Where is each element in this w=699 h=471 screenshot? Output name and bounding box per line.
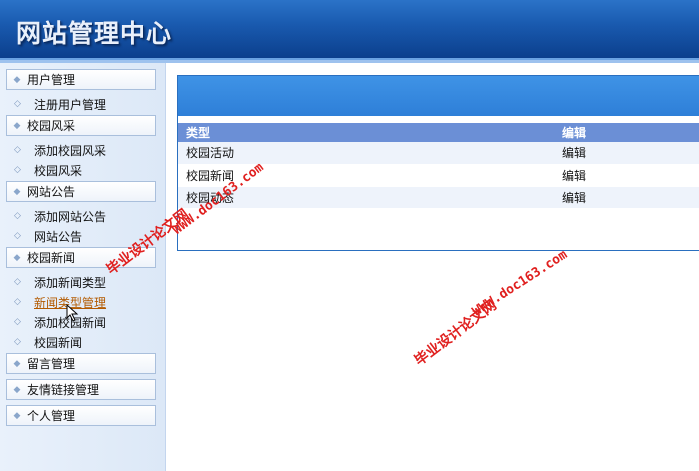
menu-item-label: 校园风采 [34,163,83,178]
cell-type: 校园活动 [178,142,554,165]
bullet-icon: ◇ [14,211,21,221]
menu-group-label: 校园风采 [27,119,76,133]
column-header-edit: 编辑 [554,123,699,142]
menu-group-label: 校园新闻 [27,251,76,265]
app-title: 网站管理中心 [16,19,173,48]
bullet-icon: ◇ [14,297,21,307]
bullet-icon: ◇ [14,145,21,155]
table-header-row: 类型 编辑 [178,123,699,142]
menu-group-messages[interactable]: ◆ 留言管理 [6,353,156,374]
edit-link[interactable]: 编辑 [554,142,699,165]
table-row: 校园动态 编辑 [178,186,699,209]
bullet-icon: ◆ [13,120,21,131]
menu-group-campus-style[interactable]: ◆ 校园风采 [6,115,156,136]
menu-item-add-campus-news[interactable]: ◇ 添加校园新闻 [14,313,106,331]
menu-item-campus-style[interactable]: ◇ 校园风采 [14,161,82,179]
bullet-icon: ◆ [13,384,21,395]
bullet-icon: ◇ [14,99,21,109]
bullet-icon: ◆ [13,252,21,263]
sidebar: ◆ 用户管理 ◇ 注册用户管理 ◆ 校园风采 ◇ 添加校园风采 ◇ 校园风采 ◆… [0,63,166,471]
menu-group-label: 用户管理 [27,73,76,87]
column-header-type: 类型 [178,123,554,142]
menu-group-label: 友情链接管理 [27,383,100,397]
mouse-pointer-icon [66,304,79,322]
menu-group-announcements[interactable]: ◆ 网站公告 [6,181,156,202]
edit-link[interactable]: 编辑 [554,186,699,209]
menu-group-label: 网站公告 [27,185,76,199]
bullet-icon: ◆ [13,410,21,421]
bullet-icon: ◆ [13,186,21,197]
bullet-icon: ◇ [14,277,21,287]
main-content: 类型 编辑 校园活动 编辑 校园新闻 编辑 校园动态 编辑 [166,63,699,471]
menu-group-friend-links[interactable]: ◆ 友情链接管理 [6,379,156,400]
bullet-icon: ◇ [14,337,21,347]
bullet-icon: ◇ [14,231,21,241]
menu-item-add-campus-style[interactable]: ◇ 添加校园风采 [14,141,106,159]
menu-item-label: 添加校园风采 [34,143,107,158]
menu-item-label: 网站公告 [34,229,83,244]
edit-link[interactable]: 编辑 [554,164,699,187]
bullet-icon: ◆ [13,74,21,85]
bullet-icon: ◇ [14,165,21,175]
menu-group-label: 个人管理 [27,409,76,423]
menu-item-add-announcement[interactable]: ◇ 添加网站公告 [14,207,106,225]
bullet-icon: ◇ [14,317,21,327]
menu-group-user[interactable]: ◆ 用户管理 [6,69,156,90]
menu-item-label: 注册用户管理 [34,97,107,112]
menu-item-label: 添加网站公告 [34,209,107,224]
menu-item-announcements[interactable]: ◇ 网站公告 [14,227,82,245]
bullet-icon: ◆ [13,358,21,369]
menu-item-label: 添加新闻类型 [34,275,107,290]
menu-item-label: 校园新闻 [34,335,83,350]
panel-title-bar [178,76,699,116]
menu-item-registered-users[interactable]: ◇ 注册用户管理 [14,95,106,113]
menu-group-label: 留言管理 [27,357,76,371]
menu-item-campus-news[interactable]: ◇ 校园新闻 [14,333,82,351]
menu-item-add-news-type[interactable]: ◇ 添加新闻类型 [14,273,106,291]
menu-group-personal[interactable]: ◆ 个人管理 [6,405,156,426]
app-header: 网站管理中心 [0,0,699,60]
menu-item-news-type-management[interactable]: ◇ 新闻类型管理 [14,293,106,311]
